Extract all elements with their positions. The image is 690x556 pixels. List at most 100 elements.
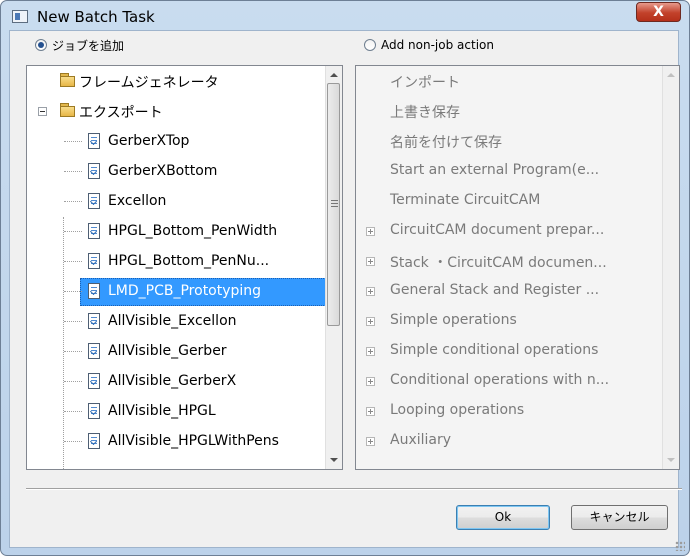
cancel-button[interactable]: キャンセル	[571, 505, 668, 530]
scroll-up-arrow-icon[interactable]	[330, 73, 338, 77]
tree-item-job[interactable]: GerberXBottom	[27, 157, 325, 187]
expand-plus-icon[interactable]	[366, 227, 375, 236]
action-item[interactable]: 上書き保存	[356, 96, 662, 126]
action-group[interactable]: Conditional operations with n...	[356, 366, 662, 396]
tree-item-job[interactable]: AllVisible_GerberX	[27, 367, 325, 397]
action-item-label: Simple conditional operations	[390, 342, 599, 358]
tree-item-label: エクスポート	[79, 105, 163, 121]
action-item-label: Auxiliary	[390, 432, 452, 448]
action-item-label: Stack ・CircuitCAM documen...	[390, 255, 607, 271]
scroll-up-arrow-icon[interactable]	[667, 73, 675, 77]
tree-item-job[interactable]: Excellon	[27, 187, 325, 217]
action-item[interactable]: Start an external Program(e...	[356, 156, 662, 186]
close-button[interactable]: X	[636, 2, 681, 22]
tree-item-job[interactable]: HPGL_Bottom_PenWidth	[27, 217, 325, 247]
folder-icon	[60, 103, 75, 117]
document-icon	[88, 283, 100, 299]
action-group[interactable]: Stack ・CircuitCAM documen...	[356, 246, 662, 276]
action-item-label: 上書き保存	[390, 105, 460, 121]
action-group[interactable]: Looping operations	[356, 396, 662, 426]
expand-plus-icon[interactable]	[366, 437, 375, 446]
title-bar[interactable]: New Batch Task X	[1, 1, 689, 31]
document-icon	[88, 163, 100, 179]
tree-item-frame-generator[interactable]: フレームジェネレータ	[27, 66, 325, 96]
action-group[interactable]: CircuitCAM document prepar...	[356, 216, 662, 246]
action-group[interactable]: Simple operations	[356, 306, 662, 336]
scroll-down-arrow-icon[interactable]	[330, 458, 338, 462]
tree-item-job[interactable]: AllVisible_Gerber	[27, 337, 325, 367]
tree-item-job[interactable]: HPGL_Bottom_PenNu...	[27, 247, 325, 277]
actions-list-panel: インポート 上書き保存 名前を付けて保存 Start an external P…	[355, 65, 680, 470]
tree-item-label: AllVisible_HPGLWithPens	[108, 433, 279, 449]
actions-list-scrollbar[interactable]	[662, 66, 679, 469]
action-item[interactable]: インポート	[356, 66, 662, 96]
jobs-tree-scrollbar[interactable]	[325, 66, 342, 469]
tree-branch-line	[64, 171, 82, 172]
action-item[interactable]: Terminate CircuitCAM	[356, 186, 662, 216]
tree-branch-line	[64, 381, 82, 382]
action-item[interactable]: 名前を付けて保存	[356, 126, 662, 156]
folder-icon	[60, 73, 75, 87]
add-non-job-radio-option[interactable]: Add non-job action	[364, 37, 494, 53]
tree-branch-line	[64, 351, 82, 352]
tree-item-label: HPGL_Bottom_PenNu...	[108, 253, 270, 269]
divider	[26, 488, 682, 490]
document-icon	[88, 343, 100, 359]
add-job-radio-label: ジョブを追加	[52, 38, 125, 53]
expand-plus-icon[interactable]	[366, 377, 375, 386]
add-job-radio-option[interactable]: ジョブを追加	[35, 37, 124, 53]
close-icon: X	[653, 4, 664, 20]
scrollbar-thumb[interactable]	[327, 83, 340, 326]
ok-button[interactable]: Ok	[456, 505, 550, 530]
tree-item-export[interactable]: エクスポート	[27, 96, 325, 126]
expand-plus-icon[interactable]	[366, 407, 375, 416]
action-group[interactable]: General Stack and Register ...	[356, 276, 662, 306]
tree-branch-line	[64, 141, 82, 142]
dialog-window: New Batch Task X ジョブを追加 Add non-job acti…	[0, 0, 690, 556]
tree-branch-line	[64, 231, 82, 232]
tree-branch-line	[64, 321, 82, 322]
tree-item-job-selected[interactable]: LMD_PCB_Prototyping	[27, 277, 342, 307]
jobs-tree-panel: フレームジェネレータ エクスポート GerberXTop GerberXBott…	[26, 65, 343, 470]
action-group[interactable]: Auxiliary	[356, 426, 662, 456]
collapse-toggle-icon[interactable]	[38, 107, 47, 116]
action-item-label: インポート	[390, 75, 460, 91]
tree-item-label: GerberXBottom	[108, 163, 218, 179]
window-app-icon	[12, 10, 28, 23]
tree-item-label: GerberXTop	[108, 133, 190, 149]
action-item-label: Conditional operations with n...	[390, 372, 610, 388]
tree-branch-line	[64, 261, 82, 262]
tree-item-label: AllVisible_HPGL	[108, 403, 216, 419]
expand-plus-icon[interactable]	[366, 257, 375, 266]
tree-item-label: AllVisible_GerberX	[108, 373, 237, 389]
add-non-job-radio-label: Add non-job action	[381, 38, 494, 52]
resize-grip-icon[interactable]	[675, 541, 685, 551]
add-job-radio[interactable]	[35, 39, 47, 51]
tree-branch-line	[64, 411, 82, 412]
document-icon	[88, 403, 100, 419]
tree-item-job[interactable]: AllVisible_HPGLWithPens	[27, 427, 325, 457]
scroll-down-arrow-icon[interactable]	[667, 458, 675, 462]
action-item-label: 名前を付けて保存	[390, 135, 502, 151]
document-icon	[88, 223, 100, 239]
grip-icon	[331, 200, 338, 201]
tree-branch-line	[64, 441, 82, 442]
action-item-label: Looping operations	[390, 402, 525, 418]
expand-plus-icon[interactable]	[366, 287, 375, 296]
document-icon	[88, 133, 100, 149]
tree-item-job[interactable]: AllVisible_Excellon	[27, 307, 325, 337]
action-item-label: CircuitCAM document prepar...	[390, 222, 605, 238]
action-item-label: Simple operations	[390, 312, 517, 328]
tree-item-job[interactable]: AllVisible_HPGL	[27, 397, 325, 427]
expand-plus-icon[interactable]	[366, 347, 375, 356]
tree-branch-line	[64, 291, 82, 292]
expand-plus-icon[interactable]	[366, 317, 375, 326]
document-icon	[88, 193, 100, 209]
tree-item-job[interactable]: GerberXTop	[27, 127, 325, 157]
action-group[interactable]: Simple conditional operations	[356, 336, 662, 366]
add-non-job-radio[interactable]	[364, 39, 376, 51]
document-icon	[88, 253, 100, 269]
tree-item-label: LMD_PCB_Prototyping	[108, 283, 262, 299]
document-icon	[88, 433, 100, 449]
document-icon	[88, 373, 100, 389]
